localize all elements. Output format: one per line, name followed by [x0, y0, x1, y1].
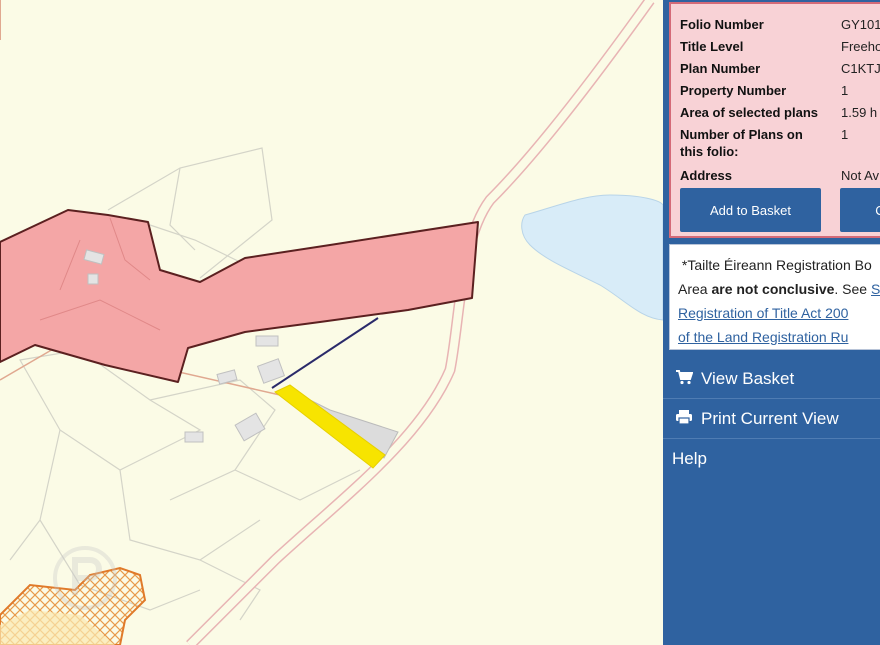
print-view-label: Print Current View — [701, 408, 839, 428]
second-action-button[interactable]: C — [840, 188, 880, 232]
folio-details: Folio Number GY101 Title Level Freeho Pl… — [669, 2, 880, 238]
title-level-value: Freeho — [841, 39, 880, 54]
plan-number-label: Plan Number — [680, 61, 761, 76]
address-label: Address — [680, 168, 733, 183]
folio-number-value: GY101 — [841, 17, 880, 32]
registration-notice: *Tailte Éireann Registration Bo Area are… — [669, 244, 880, 350]
side-panel: Folio Number GY101 Title Level Freeho Pl… — [663, 0, 880, 645]
notice-line-2: Area are not conclusive. See S — [678, 281, 880, 297]
property-number-label: Property Number — [680, 83, 787, 98]
plans-count-label: Number of Plans on this folio: — [680, 127, 803, 159]
title-level-label: Title Level — [680, 39, 744, 54]
property-number-value: 1 — [841, 83, 849, 98]
print-view-item[interactable]: Print Current View — [663, 399, 880, 439]
address-value: Not Av — [841, 168, 880, 183]
notice-line-1: *Tailte Éireann Registration Bo — [681, 257, 872, 273]
help-item[interactable]: Help — [663, 439, 880, 479]
view-basket-label: View Basket — [701, 368, 795, 388]
help-label: Help — [672, 449, 707, 468]
registration-act-link[interactable]: Registration of Title Act 200 — [678, 305, 848, 321]
area-label: Area of selected plans — [680, 105, 818, 120]
folio-number-label: Folio Number — [680, 17, 764, 32]
printer-icon — [674, 409, 694, 429]
add-to-basket-button[interactable]: Add to Basket — [680, 188, 821, 232]
plan-number-value: C1KTJ — [841, 61, 880, 76]
land-registration-rules-link[interactable]: of the Land Registration Ru — [678, 329, 848, 345]
section-link[interactable]: S — [871, 281, 880, 297]
area-value: 1.59 h — [841, 105, 878, 120]
plans-count-value: 1 — [841, 127, 849, 142]
view-basket-item[interactable]: View Basket — [663, 359, 880, 399]
cart-icon — [674, 369, 694, 389]
